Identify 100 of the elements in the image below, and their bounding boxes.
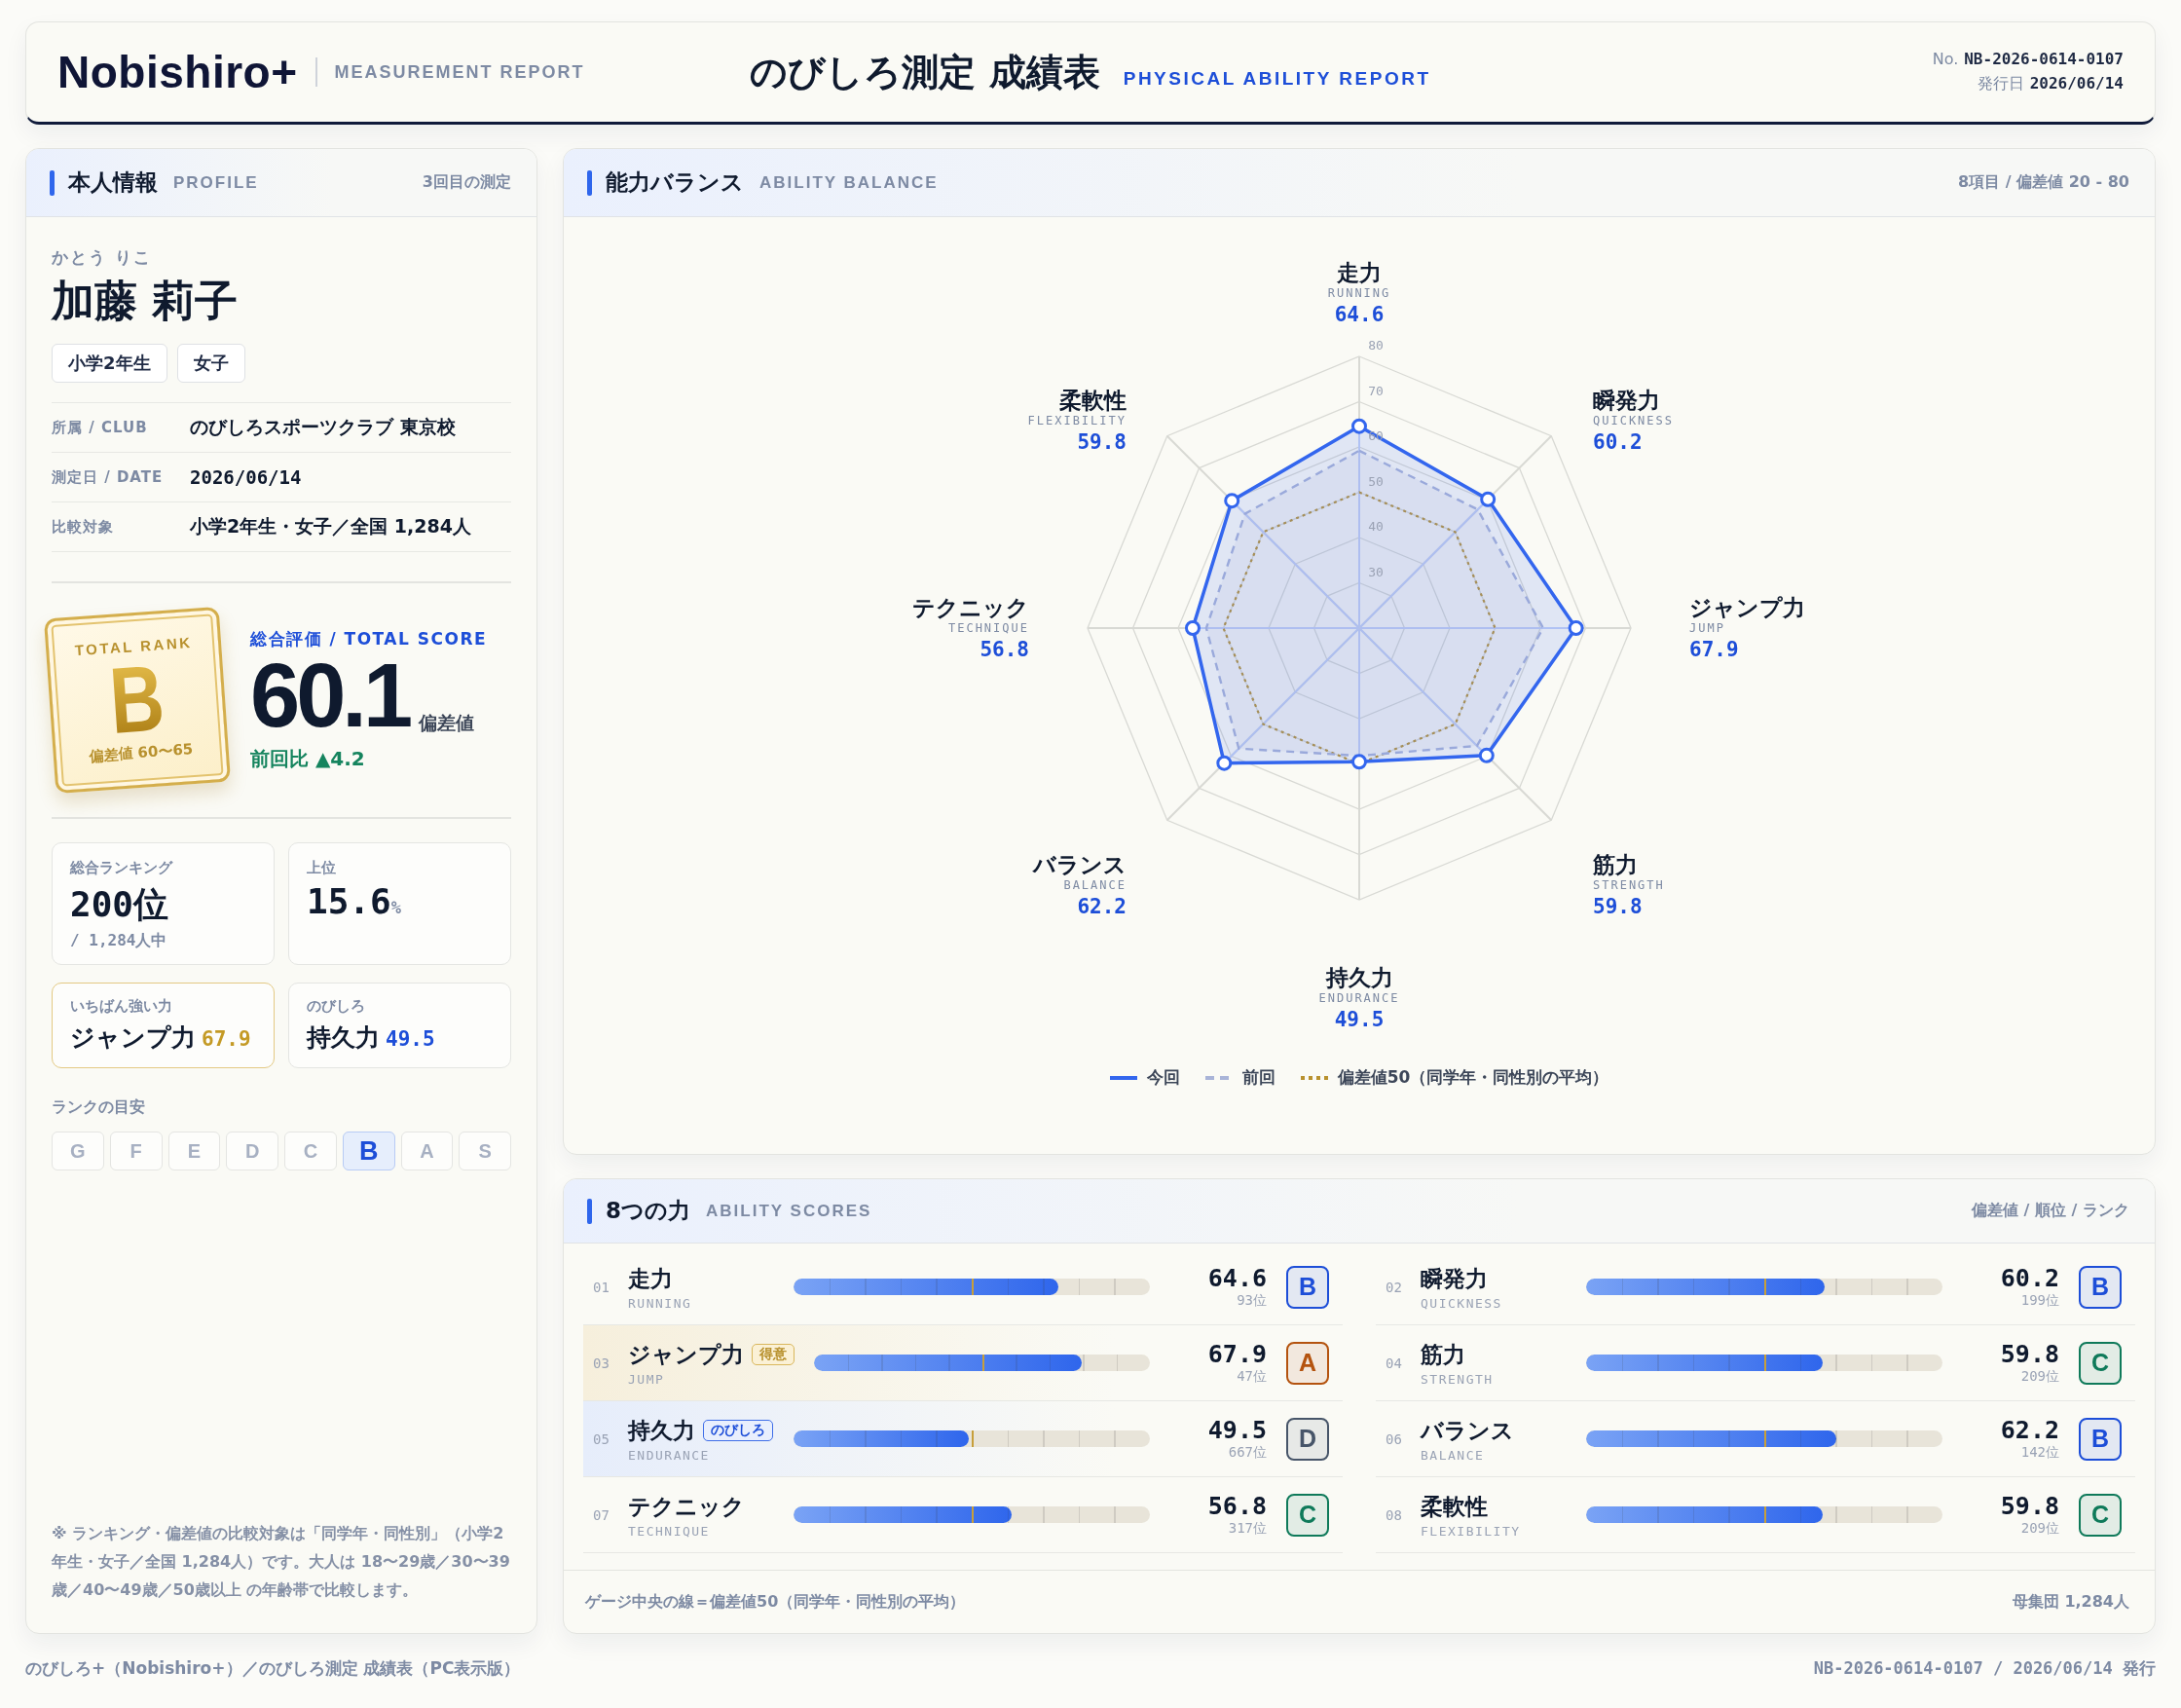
accent-bar (587, 169, 592, 196)
card-note: 8項目 / 偏差値 20 - 80 (1958, 172, 2129, 193)
axis-sublabel: FLEXIBILITY (1027, 415, 1127, 429)
score-value: 64.6 (1207, 1264, 1267, 1292)
data-point (1216, 755, 1233, 771)
ability-name: 走力 (628, 1264, 673, 1293)
rank-step: E (167, 1132, 221, 1170)
ability-sublabel: QUICKNESS (1421, 1295, 1503, 1311)
axis-sublabel: QUICKNESS (1593, 415, 1675, 429)
axis-value: 49.5 (1334, 1008, 1385, 1032)
rank-step: C (284, 1132, 337, 1170)
detail-label: 所属 / CLUB (52, 418, 149, 437)
total-score: 60.1 (250, 654, 410, 736)
ability-name: 持久力 (628, 1416, 695, 1445)
rank-step: A (400, 1132, 454, 1170)
footer-text: NB-2026-0614-0107 / 2026/06/14 発行 (1813, 1657, 2156, 1680)
axis-label: 瞬発力 (1593, 388, 1660, 414)
data-point (1224, 493, 1240, 509)
detail-label: 測定日 / DATE (52, 467, 165, 487)
score-value: 62.2 (2000, 1416, 2059, 1444)
rank-step: F (109, 1132, 163, 1170)
legend-label: 偏差値50（同学年・同性別の平均） (1337, 1066, 1609, 1089)
item-number: 05 (593, 1430, 610, 1447)
issued-label: 発行日 (1977, 74, 2024, 94)
axis-label: 筋力 (1593, 852, 1638, 878)
card-note: 偏差値 / 順位 / ランク (1972, 1201, 2129, 1221)
axis-label: 柔軟性 (1059, 388, 1127, 414)
footnote: ※ ランキング・偏差値の比較対象は「同学年・同性別」（小学2年生・女子／全国 1,284人）です。大人は 18〜29歳／30〜39歳／40〜49歳／50歳以上 の年齢帯で比較します。 (52, 1523, 511, 1601)
population-count: 母集団 1,284人 (2012, 1591, 2129, 1613)
legend-line-icon (1300, 1075, 1328, 1080)
axis-tick-label: 80 (1368, 338, 1384, 353)
card-subtitle: PROFILE (173, 172, 259, 193)
ability-sublabel: RUNNING (628, 1295, 693, 1311)
legend-label: 前回 (1241, 1066, 1275, 1089)
detail-value: のびしろスポーツクラブ 東京校 (190, 415, 456, 439)
stat-note: / 1,284人中 (70, 931, 168, 951)
data-point (1184, 620, 1201, 636)
highlight-label: いちばん強い力 (70, 997, 173, 1016)
axis-value: 60.2 (1593, 430, 1643, 455)
ability-sublabel: FLEXIBILITY (1421, 1523, 1522, 1539)
ability-name: ジャンプ力 (70, 1022, 196, 1054)
ability-name: 瞬発力 (1421, 1264, 1488, 1293)
footer-text: のびしろ+（Nobishiro+）／のびしろ測定 成績表（PC表示版） (25, 1657, 521, 1680)
name-reading: かとう りこ (52, 246, 153, 269)
axis-label: ジャンプ力 (1689, 594, 1805, 621)
rank-step: B (342, 1132, 395, 1170)
ability-sublabel: JUMP (628, 1371, 666, 1387)
number-label: No. (1932, 50, 1959, 68)
data-point (1351, 754, 1367, 770)
axis-tick-label: 70 (1368, 383, 1384, 398)
logo: Nobishiro+ (57, 46, 298, 98)
data-point (1351, 418, 1367, 434)
ability-tag: 得意 (752, 1344, 795, 1365)
rank-position: 93位 (1237, 1292, 1267, 1310)
rank-scale-label: ランクの目安 (52, 1097, 146, 1118)
data-point (1480, 491, 1497, 507)
item-number: 04 (1386, 1355, 1403, 1371)
axis-sublabel: JUMP (1689, 622, 1725, 637)
item-number: 03 (593, 1355, 610, 1371)
axis-sublabel: ENDURANCE (1318, 992, 1400, 1007)
rank-position: 199位 (2020, 1292, 2059, 1310)
item-number: 06 (1386, 1430, 1403, 1447)
score-value: 67.9 (1207, 1340, 1267, 1368)
grade-label: B (2079, 1265, 2122, 1309)
grade-label: C (2079, 1493, 2122, 1537)
rank-position: 209位 (2020, 1520, 2059, 1538)
axis-sublabel: BALANCE (1063, 879, 1127, 894)
ability-name: 筋力 (1421, 1340, 1465, 1369)
logo-subtitle: MEASUREMENT REPORT (334, 61, 585, 83)
stat-label: 総合ランキング (70, 859, 174, 877)
card-title: 能力バランス (606, 168, 744, 197)
item-number: 07 (593, 1506, 610, 1523)
score-value: 59.8 (2000, 1492, 2059, 1520)
report-title: のびしろ測定 成績表 (750, 49, 1100, 95)
grade-label: C (1286, 1493, 1329, 1537)
detail-value: 2026/06/14 (190, 466, 302, 488)
axis-value: 67.9 (1689, 638, 1739, 662)
accent-bar (50, 169, 55, 196)
rank-position: 142位 (2020, 1444, 2059, 1462)
profile-tag: 女子 (176, 344, 245, 383)
rank-step: G (52, 1132, 104, 1170)
item-number: 01 (593, 1279, 610, 1295)
rank-position: 47位 (1237, 1368, 1267, 1386)
stat-label: 上位 (307, 859, 337, 877)
ability-sublabel: STRENGTH (1421, 1371, 1495, 1387)
axis-sublabel: STRENGTH (1593, 879, 1665, 894)
person-name: 加藤 莉子 (52, 275, 240, 327)
rank-step: S (459, 1132, 511, 1170)
rank-position: 667位 (1228, 1444, 1267, 1462)
score-value: 49.5 (1207, 1416, 1267, 1444)
axis-value: 56.8 (980, 638, 1029, 662)
legend-label: 今回 (1146, 1066, 1180, 1089)
card-note: 3回目の測定 (422, 172, 511, 193)
stat-value: 15.6 (307, 881, 391, 921)
grade-label: A (1286, 1341, 1329, 1385)
profile-tag: 小学2年生 (52, 344, 167, 383)
card-title: 本人情報 (68, 168, 158, 197)
rank-position: 317位 (1228, 1520, 1267, 1538)
axis-label: 走力 (1337, 259, 1382, 286)
item-number: 02 (1386, 1279, 1403, 1295)
